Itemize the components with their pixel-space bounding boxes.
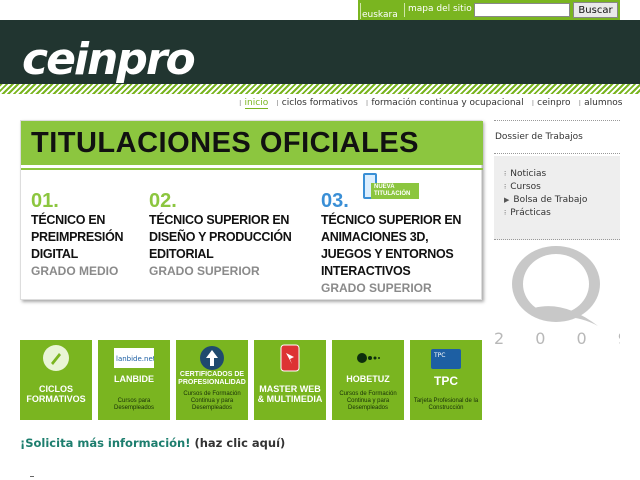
nav-item-label: inicio xyxy=(244,97,269,109)
column-grade: GRADO MEDIO xyxy=(31,264,119,278)
column-grade: GRADO SUPERIOR xyxy=(321,281,432,295)
sidebar-item-label: Bolsa de Trabajo xyxy=(513,195,588,205)
more-info-hint: (haz clic aquí) xyxy=(190,436,286,450)
tile-master-web[interactable]: MASTER WEB & MULTIMEDIA xyxy=(254,340,326,420)
quality-q-logo: 2 0 0 9 xyxy=(494,244,628,348)
main-nav: ⁝ inicio ⁝ ciclos formativos ⁝ formación… xyxy=(239,96,622,110)
tile-title: CICLOS FORMATIVOS xyxy=(26,384,86,404)
column-title: TÉCNICO SUPERIOR EN DISEÑO Y PRODUCCIÓN … xyxy=(149,213,292,261)
nav-item-formacion-continua[interactable]: ⁝ formación continua y ocupacional xyxy=(366,96,524,110)
sidebar-item-label: Cursos xyxy=(510,182,541,192)
nav-item-label: ciclos formativos xyxy=(281,98,358,108)
tile-subtitle: Cursos de Formación Continua y para Dese… xyxy=(339,391,397,411)
tile-title: LANBIDE xyxy=(114,374,154,384)
nav-bullet-icon: ⁝ xyxy=(365,98,369,108)
sidebar-item-cursos[interactable]: ⁝ Cursos xyxy=(504,181,620,194)
bullet-icon: ⁝ xyxy=(504,170,507,178)
sidebar-item-label: Prácticas xyxy=(510,208,551,218)
site-logo[interactable]: ceinpro xyxy=(22,35,196,85)
tpc-card-icon: TPC xyxy=(410,344,482,372)
svg-text:2 0 0 9: 2 0 0 9 xyxy=(494,329,620,348)
site-header: ceinpro xyxy=(0,20,640,85)
title-column-3: 03. TÉCNICO SUPERIOR EN ANIMACIONES 3D, … xyxy=(321,190,481,296)
nav-item-ceinpro[interactable]: ⁝ ceinpro xyxy=(532,96,571,110)
nav-bullet-icon: ⁝ xyxy=(276,98,279,108)
tile-lanbide[interactable]: lanbide.net LANBIDE Cursos para Desemple… xyxy=(98,340,170,420)
dossier-link[interactable]: Dossier de Trabajos xyxy=(494,120,620,154)
nav-item-label: alumnos xyxy=(584,98,623,108)
more-info-cta[interactable]: ¡Solicita más información! (haz clic aqu… xyxy=(20,436,285,450)
sidebar-item-label: Noticias xyxy=(510,169,547,179)
nav-bullet-icon: ⁝ xyxy=(578,98,582,108)
column-number: 01. xyxy=(31,190,59,212)
tile-subtitle: Cursos para Desempleados xyxy=(113,398,155,411)
title-column-2: 02. TÉCNICO SUPERIOR EN DISEÑO Y PRODUCC… xyxy=(149,190,309,279)
top-bar: euskara mapa del sitio Buscar xyxy=(0,0,640,20)
quality-q-icon: 2 0 0 9 xyxy=(494,246,628,348)
sidebar-item-practicas[interactable]: ⁝ Prácticas xyxy=(504,207,620,220)
divider xyxy=(404,3,405,17)
banner-title-band: TITULACIONES OFICIALES xyxy=(21,121,483,165)
tile-hobetuz[interactable]: HOBETUZ Cursos de Formación Continua y p… xyxy=(332,340,404,420)
column-title: TÉCNICO SUPERIOR EN ANIMACIONES 3D, JUEG… xyxy=(321,213,462,278)
bullet-icon: ⁝ xyxy=(504,183,507,191)
decorative-hatch-stripe xyxy=(0,84,640,94)
language-link[interactable]: euskara xyxy=(362,10,398,20)
tile-title: HOBETUZ xyxy=(346,374,390,384)
tile-subtitle: Tarjeta Profesional de la Construcción xyxy=(413,398,479,411)
nav-item-label: formación continua y ocupacional xyxy=(371,98,524,108)
tile-title: TPC xyxy=(434,374,458,388)
tile-tpc[interactable]: TPC TPC Tarjeta Profesional de la Constr… xyxy=(410,340,482,420)
nav-item-inicio[interactable]: ⁝ inicio xyxy=(239,96,269,110)
bullet-icon: ⁝ xyxy=(504,209,507,217)
title-column-1: 01. TÉCNICO EN PREIMPRESIÓN DIGITAL GRAD… xyxy=(31,190,151,279)
svg-text:TPC: TPC xyxy=(433,352,445,359)
search-input[interactable] xyxy=(474,3,570,17)
tile-subtitle: Cursos de Formación Continua y para Dese… xyxy=(183,391,241,411)
divider xyxy=(21,168,483,170)
tile-ciclos-formativos[interactable]: CICLOS FORMATIVOS xyxy=(20,340,92,420)
column-grade: GRADO SUPERIOR xyxy=(149,264,260,278)
arrow-right-icon: ▶ xyxy=(504,196,510,204)
tile-title: MASTER WEB & MULTIMEDIA xyxy=(257,384,323,404)
hobetuz-logo-icon xyxy=(332,344,404,372)
search-button[interactable]: Buscar xyxy=(573,2,618,18)
tile-title: CERTIFICADOS DE PROFESIONALIDAD xyxy=(178,371,246,386)
column-number: 02. xyxy=(149,190,177,212)
sidebar-menu: ⁝ Noticias ⁝ Cursos ▶ Bolsa de Trabajo ⁝… xyxy=(494,156,620,240)
lanbide-logo-icon: lanbide.net xyxy=(98,344,170,372)
up-arrow-icon xyxy=(176,344,248,372)
nav-bullet-icon: ⁝ xyxy=(531,98,535,108)
nav-bullet-icon: ⁝ xyxy=(239,98,242,108)
sidebar-item-bolsa-de-trabajo[interactable]: ▶ Bolsa de Trabajo xyxy=(504,194,620,207)
svg-text:lanbide.net: lanbide.net xyxy=(116,355,154,363)
nav-item-alumnos[interactable]: ⁝ alumnos xyxy=(579,96,623,110)
sitemap-link[interactable]: mapa del sitio xyxy=(408,4,472,14)
column-title: TÉCNICO EN PREIMPRESIÓN DIGITAL xyxy=(31,213,124,261)
more-info-link[interactable]: ¡Solicita más información! xyxy=(20,436,190,450)
nav-item-ciclos-formativos[interactable]: ⁝ ciclos formativos xyxy=(276,96,358,110)
banner-title: TITULACIONES OFICIALES xyxy=(31,127,419,159)
divider xyxy=(360,3,361,19)
pencil-icon xyxy=(20,344,92,372)
nav-item-label: ceinpro xyxy=(537,98,571,108)
tablet-icon xyxy=(254,344,326,372)
divider xyxy=(30,476,34,477)
titulaciones-banner[interactable]: TITULACIONES OFICIALES NUEVA TITULACIÓN … xyxy=(20,120,483,300)
sidebar-item-noticias[interactable]: ⁝ Noticias xyxy=(504,168,620,181)
program-tiles: CICLOS FORMATIVOS lanbide.net LANBIDE Cu… xyxy=(20,340,482,420)
column-number: 03. xyxy=(321,190,349,212)
tile-certificados[interactable]: CERTIFICADOS DE PROFESIONALIDAD Cursos d… xyxy=(176,340,248,420)
